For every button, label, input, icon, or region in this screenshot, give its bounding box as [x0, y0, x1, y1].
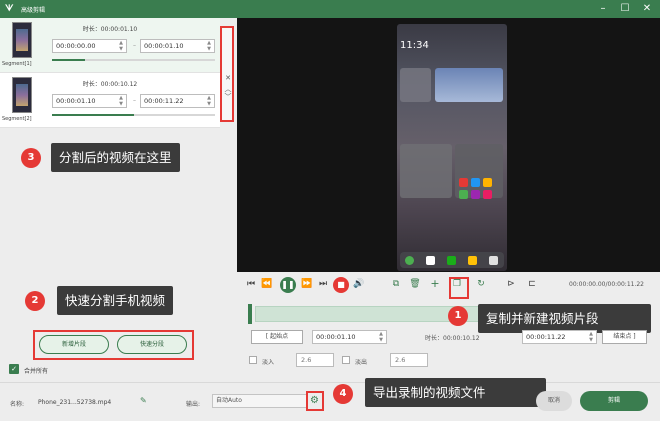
chevron-down-icon[interactable]: ﹀ [223, 92, 233, 102]
app-logo-icon: ᗐ [5, 4, 14, 14]
callout-number: 2 [25, 291, 45, 311]
segment-end-field[interactable]: 00:00:01.10 ▲ ▼ [140, 39, 215, 53]
fade-out-input[interactable]: 2.6 [390, 353, 428, 367]
minimize-icon[interactable]: – [596, 2, 610, 16]
callout-number: 3 [21, 148, 41, 168]
fade-out-checkbox[interactable] [342, 356, 350, 364]
segment-duration: 时长：00:00:01.10 [82, 26, 138, 33]
plus-icon[interactable]: + [429, 277, 441, 290]
reset-icon[interactable]: ↻ [475, 279, 487, 289]
edit-icon[interactable]: ✎ [140, 396, 147, 405]
callout-segments: 分割后的视频在这里 [51, 143, 180, 172]
segment-duration: 时长：00:00:10.12 [82, 81, 138, 88]
set-end-button[interactable]: 结束点 ] [602, 330, 647, 344]
segment-label: Segment[2] [2, 116, 32, 122]
pause-icon[interactable]: ❚❚ [280, 277, 296, 293]
close-icon[interactable]: ✕ [640, 2, 654, 16]
fade-in-label: 淡入 [262, 359, 275, 366]
callout-number: 4 [333, 384, 353, 404]
split-icon[interactable]: ⧉ [390, 279, 402, 289]
frame-prev-icon[interactable]: ⊳ [505, 279, 517, 289]
range-duration: 时长：00:00:10.12 [425, 335, 480, 342]
range-separator: – [133, 42, 136, 49]
output-label: 输出: [186, 401, 201, 408]
segment-progress [52, 114, 215, 116]
callout-quick-split: 快速分割手机视频 [57, 286, 174, 315]
callout-export: 导出录制的视频文件 [365, 378, 546, 407]
range-row: [ 起始点 00:00:01.10 ▲ ▼ 时长：00:00:10.12 00:00… [237, 328, 660, 346]
merge-checkbox[interactable]: ✓ [9, 364, 19, 374]
stop-icon[interactable]: ■ [333, 277, 349, 293]
close-icon[interactable]: ✕ [223, 74, 233, 82]
maximize-icon[interactable]: ☐ [618, 2, 632, 16]
fade-out-label: 淡出 [355, 359, 368, 366]
gear-icon[interactable]: ⚙ [310, 395, 319, 406]
title-bar: ᗐ 高级剪辑 – ☐ ✕ [0, 0, 660, 18]
photo-widget [435, 68, 503, 102]
widget [400, 68, 431, 102]
skip-previous-icon[interactable]: ⏮ [245, 279, 257, 289]
segment-start-field[interactable]: 00:00:00.00 ▲ ▼ [52, 39, 127, 53]
window-title: 高级剪辑 [21, 7, 46, 14]
callout-number: 1 [448, 306, 468, 326]
fade-in-checkbox[interactable] [249, 356, 257, 364]
timeline-start-handle[interactable] [248, 304, 252, 324]
new-segment-button[interactable]: 新增片段 [39, 335, 109, 354]
quick-split-button[interactable]: 快速分段 [117, 335, 187, 354]
segment-label: Segment[1] [2, 61, 32, 67]
forward-icon[interactable]: ⏩ [301, 279, 313, 289]
segment-item[interactable]: Segment[2] 时长：00:00:10.12 00:00:01.10 ▲ ▼ … [0, 73, 220, 128]
export-button[interactable]: 剪辑 [580, 391, 648, 411]
segment-start-field[interactable]: 00:00:01.10 ▲ ▼ [52, 94, 127, 108]
segment-list: Segment[1] 时长：00:00:01.10 00:00:00.00 ▲ ▼ … [0, 18, 220, 128]
set-start-button[interactable]: [ 起始点 [251, 330, 303, 344]
rewind-icon[interactable]: ⏪ [261, 279, 273, 289]
frame-next-icon[interactable]: ⊏ [526, 279, 538, 289]
segment-progress [52, 59, 215, 61]
preview-clock: 11:34 [400, 40, 429, 51]
segment-item[interactable]: Segment[1] 时长：00:00:01.10 00:00:00.00 ▲ ▼ … [0, 18, 220, 73]
name-label: 名称: [10, 401, 25, 408]
volume-icon[interactable]: 🔊 [353, 279, 365, 289]
range-separator: – [133, 97, 136, 104]
skip-next-icon[interactable]: ⏭ [317, 279, 329, 289]
widget [400, 144, 452, 198]
copy-button-highlight [449, 277, 469, 299]
trash-icon[interactable]: 🗑 [409, 279, 421, 289]
file-name: Phone_231...52738.mp4 [38, 399, 112, 406]
fade-in-input[interactable]: 2.6 [296, 353, 334, 367]
time-display: 00:00:00.00/00:00:11.22 [569, 281, 644, 288]
range-start-field[interactable]: 00:00:01.10 ▲ ▼ [312, 330, 387, 344]
segment-tools-highlight: ✕ ︿ ﹀ [220, 26, 234, 122]
preview-frame: 11:34 [397, 24, 507, 271]
output-path-field[interactable]: 自动Auto [212, 394, 308, 408]
segment-end-field[interactable]: 00:00:11.22 ▲ ▼ [140, 94, 215, 108]
range-end-field[interactable]: 00:00:11.22 ▲ ▼ [522, 330, 597, 344]
merge-label: 合并所有 [24, 368, 49, 375]
cancel-button[interactable]: 取消 [536, 391, 572, 411]
